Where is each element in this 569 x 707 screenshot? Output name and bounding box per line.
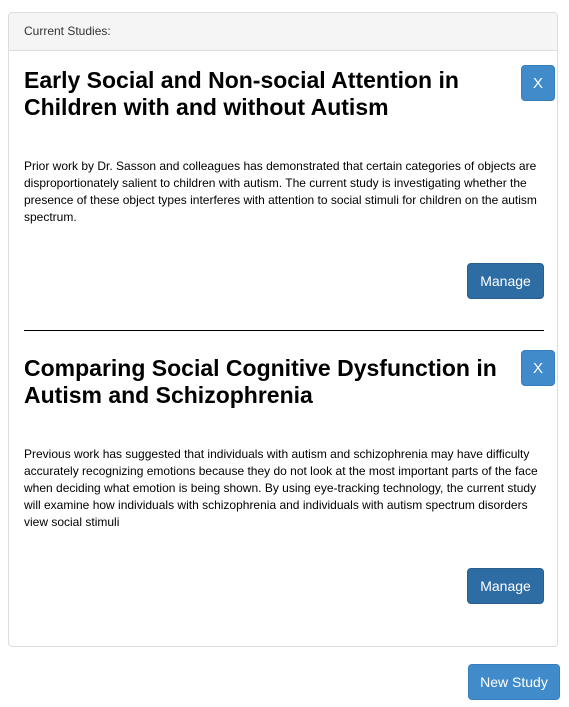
remove-study-button[interactable]: X [521,65,555,101]
remove-study-button[interactable]: X [521,350,555,386]
panel-heading-label: Current Studies: [24,24,111,38]
panel-heading: Current Studies: [9,13,557,51]
current-studies-panel: Current Studies: Early Social and Non-so… [8,12,558,647]
study-card: Early Social and Non-social Attention in… [24,67,544,307]
new-study-button[interactable]: New Study [468,664,560,700]
study-description: Previous work has suggested that individ… [24,447,538,529]
manage-study-button[interactable]: Manage [467,263,544,299]
study-title: Early Social and Non-social Attention in… [24,67,459,120]
study-title: Comparing Social Cognitive Dysfunction i… [24,355,497,408]
manage-study-button[interactable]: Manage [467,568,544,604]
study-divider [24,330,544,331]
study-card: Comparing Social Cognitive Dysfunction i… [24,355,544,595]
study-description: Prior work by Dr. Sasson and colleagues … [24,159,537,224]
